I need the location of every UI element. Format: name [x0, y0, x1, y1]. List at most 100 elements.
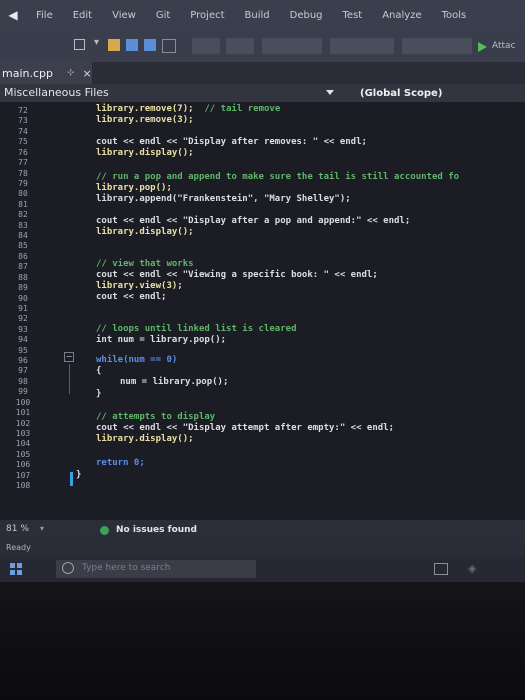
open-folder-icon[interactable]: [108, 39, 120, 51]
code-line-96: {: [96, 366, 102, 376]
menu-project[interactable]: Project: [180, 10, 234, 21]
code-line-82: cout << endl << "Display after a pop and…: [96, 216, 411, 226]
configuration-dropdown[interactable]: [262, 38, 322, 54]
code-line-106: return 0;: [96, 458, 145, 468]
line-number: 89: [18, 283, 28, 293]
code-line-102: cout << endl << "Display attempt after e…: [96, 423, 395, 433]
status-bar: Ready: [0, 542, 525, 556]
visual-studio-window: ◀ File Edit View Git Project Build Debug…: [0, 0, 525, 700]
line-number: 82: [18, 210, 28, 220]
back-arrow-icon[interactable]: ◀: [0, 0, 26, 30]
save-icon[interactable]: [126, 39, 138, 51]
code-line-93: int num = library.pop();: [96, 335, 227, 345]
menu-edit[interactable]: Edit: [63, 10, 102, 21]
windows-start-icon[interactable]: [10, 563, 22, 575]
line-number: 97: [18, 366, 28, 376]
editor-status-strip: 81 % ▾ No issues found: [0, 520, 525, 542]
line-number: 74: [18, 126, 28, 136]
scope-dropdown[interactable]: (Global Scope): [360, 88, 442, 99]
code-line-95: while(num == 0): [96, 355, 178, 365]
pin-icon[interactable]: ⊹: [67, 68, 75, 78]
code-line-97: num = library.pop();: [120, 377, 229, 387]
code-line-79: library.pop();: [96, 183, 172, 193]
redo-icon[interactable]: [226, 38, 254, 54]
code-line-78: // run a pop and append to make sure the…: [96, 172, 460, 182]
line-number: 73: [18, 116, 28, 126]
menu-debug[interactable]: Debug: [280, 10, 333, 21]
dark-bezel: [0, 582, 525, 700]
startup-item-dropdown[interactable]: [402, 38, 472, 54]
code-line-80: library.append("Frankenstein", "Mary She…: [96, 194, 351, 204]
line-number: 90: [18, 293, 28, 303]
line-number: 77: [18, 158, 28, 168]
line-number: 85: [18, 241, 28, 251]
new-item-icon[interactable]: [74, 39, 85, 50]
pinned-app-icon[interactable]: ◈: [468, 562, 476, 575]
line-number: 96: [18, 356, 28, 365]
line-number: 79: [18, 178, 28, 188]
code-line-103: library.display();: [96, 434, 194, 444]
close-icon[interactable]: ×: [83, 67, 92, 80]
issues-indicator[interactable]: No issues found: [116, 525, 197, 535]
line-number: 100: [15, 397, 31, 407]
code-line-83: library.display();: [96, 227, 194, 237]
line-number: 94: [18, 335, 28, 345]
play-icon[interactable]: [478, 42, 487, 52]
code-line-87: cout << endl << "Viewing a specific book…: [96, 270, 378, 280]
project-dropdown[interactable]: Miscellaneous Files: [4, 86, 109, 99]
save-all-icon[interactable]: [144, 39, 156, 51]
line-number: 80: [18, 189, 28, 199]
fold-guide: [69, 364, 70, 394]
fold-toggle-icon[interactable]: −: [64, 352, 74, 362]
line-number: 106: [15, 460, 31, 470]
line-number: 84: [18, 231, 28, 240]
menu-file[interactable]: File: [26, 10, 63, 21]
taskbar-search-box[interactable]: Type here to search: [56, 560, 256, 578]
menu-git[interactable]: Git: [146, 10, 180, 21]
search-placeholder: Type here to search: [82, 563, 171, 573]
line-number: 93: [18, 324, 28, 334]
code-line-88: library.view(3);: [96, 281, 183, 291]
attach-button[interactable]: Attac: [492, 41, 516, 51]
menu-bar: ◀ File Edit View Git Project Build Debug…: [0, 0, 525, 30]
windows-taskbar: Type here to search ◈: [0, 556, 525, 582]
status-ready: Ready: [6, 543, 31, 552]
line-number: 98: [18, 376, 28, 386]
search-icon: [62, 562, 74, 574]
line-number: 104: [15, 439, 31, 449]
menu-test[interactable]: Test: [333, 10, 373, 21]
line-number: 99: [18, 387, 28, 397]
line-number: 92: [18, 314, 28, 324]
zoom-level[interactable]: 81 %: [6, 524, 29, 534]
tab-strip: main.cpp ⊹ ×: [0, 62, 525, 84]
line-number: 108: [15, 481, 31, 490]
build-icon[interactable]: [162, 39, 176, 53]
line-number: 88: [18, 272, 28, 282]
menu-view[interactable]: View: [102, 10, 146, 21]
line-number: 76: [18, 147, 28, 157]
platform-dropdown[interactable]: [330, 38, 394, 54]
task-view-icon[interactable]: [434, 563, 448, 575]
code-line-98: }: [96, 389, 102, 399]
code-line-75: cout << endl << "Display after removes: …: [96, 137, 367, 147]
line-number: 103: [15, 428, 31, 438]
line-number: 101: [15, 408, 31, 418]
code-line-101: // attempts to display: [96, 412, 216, 422]
toolbar: ▾ Attac: [0, 30, 525, 62]
menu-tools[interactable]: Tools: [432, 10, 477, 21]
chevron-down-icon[interactable]: [326, 90, 334, 95]
code-line-73: library.remove(3);: [96, 115, 194, 125]
dropdown-arrow-icon[interactable]: ▾: [94, 37, 106, 49]
line-number: 105: [15, 449, 31, 459]
menu-analyze[interactable]: Analyze: [372, 10, 431, 21]
code-line-86: // view that works: [96, 259, 194, 269]
navigation-bar: Miscellaneous Files (Global Scope): [0, 84, 525, 102]
tab-title: main.cpp: [2, 66, 53, 80]
code-editor[interactable]: 72 73 74 75 76 77 78 79 80 81 82 83 84 85 86 87 88 89 90 91…: [0, 102, 525, 520]
undo-icon[interactable]: [192, 38, 220, 54]
menu-build[interactable]: Build: [235, 10, 280, 21]
chevron-down-icon[interactable]: ▾: [40, 524, 44, 533]
tab-main-cpp[interactable]: main.cpp ⊹ ×: [0, 62, 92, 84]
change-indicator: [70, 472, 73, 486]
code-line-76: library.display();: [96, 148, 194, 158]
